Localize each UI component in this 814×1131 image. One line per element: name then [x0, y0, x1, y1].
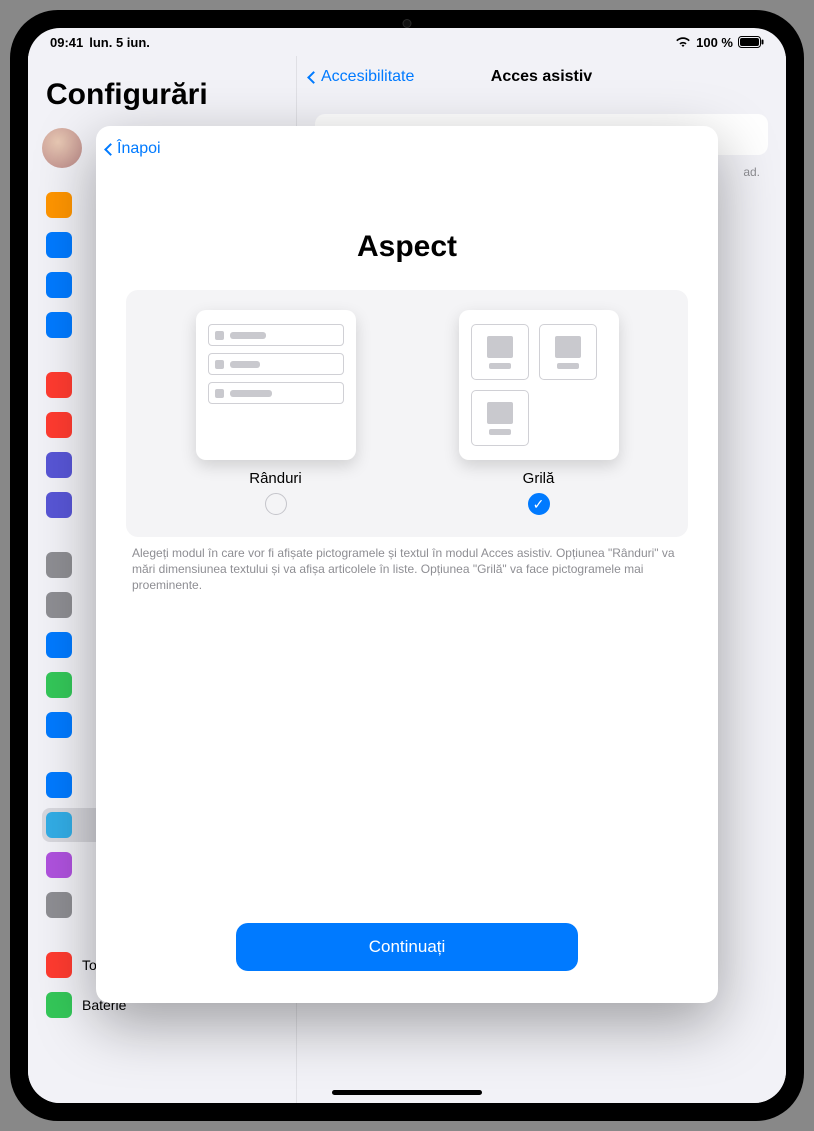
layout-modal: Înapoi Aspect Rânduri — [96, 126, 718, 1003]
ipad-frame: 09:41 lun. 5 iun. 100 % Configurări Touc… — [10, 10, 804, 1121]
detail-back-label: Accesibilitate — [321, 68, 414, 86]
status-bar: 09:41 lun. 5 iun. 100 % — [28, 28, 786, 56]
settings-title: Configurări — [46, 78, 278, 112]
status-time: 09:41 — [50, 35, 83, 50]
sidebar-item-icon — [46, 852, 72, 878]
sidebar-item-icon — [46, 632, 72, 658]
wifi-icon — [675, 36, 691, 48]
sidebar-item-icon — [46, 372, 72, 398]
choice-rows[interactable]: Rânduri — [166, 310, 386, 515]
battery-percent: 100 % — [696, 35, 733, 50]
sidebar-item-icon — [46, 192, 72, 218]
chevron-left-icon — [104, 143, 117, 156]
sidebar-item-icon — [46, 452, 72, 478]
home-indicator[interactable] — [332, 1090, 482, 1095]
sidebar-item-icon — [46, 412, 72, 438]
sidebar-item-icon — [46, 272, 72, 298]
choice-grid-radio[interactable]: ✓ — [528, 493, 550, 515]
status-date: lun. 5 iun. — [89, 35, 150, 50]
avatar[interactable] — [42, 128, 82, 168]
choice-grid[interactable]: Grilă ✓ — [429, 310, 649, 515]
front-camera — [403, 19, 412, 28]
sidebar-item-icon — [46, 492, 72, 518]
sidebar-item-icon — [46, 552, 72, 578]
detail-back-button[interactable]: Accesibilitate — [309, 68, 414, 86]
sidebar-item-icon — [46, 712, 72, 738]
grid-preview — [459, 310, 619, 460]
check-icon: ✓ — [533, 496, 545, 513]
battery-icon — [738, 36, 764, 48]
chevron-left-icon — [307, 71, 320, 84]
sidebar-item-icon — [46, 232, 72, 258]
sidebar-item-icon — [46, 312, 72, 338]
sidebar-item-icon — [46, 812, 72, 838]
layout-help-text: Alegeți modul în care vor fi afișate pic… — [126, 537, 688, 594]
choice-rows-radio[interactable] — [265, 493, 287, 515]
continue-button[interactable]: Continuați — [236, 923, 578, 971]
sidebar-item-icon — [46, 672, 72, 698]
modal-back-button[interactable]: Înapoi — [96, 140, 161, 158]
modal-title: Aspect — [126, 230, 688, 264]
sidebar-item-icon — [46, 772, 72, 798]
sidebar-item-icon — [46, 992, 72, 1018]
sidebar-item-icon — [46, 592, 72, 618]
modal-back-label: Înapoi — [117, 140, 161, 158]
choice-rows-label: Rânduri — [249, 470, 302, 487]
choice-grid-label: Grilă — [523, 470, 555, 487]
rows-preview — [196, 310, 356, 460]
screen: 09:41 lun. 5 iun. 100 % Configurări Touc… — [28, 28, 786, 1103]
sidebar-item-icon — [46, 952, 72, 978]
detail-title: Acces asistiv — [491, 68, 592, 86]
sidebar-item-icon — [46, 892, 72, 918]
layout-choice-group: Rânduri Grilă — [126, 290, 688, 537]
